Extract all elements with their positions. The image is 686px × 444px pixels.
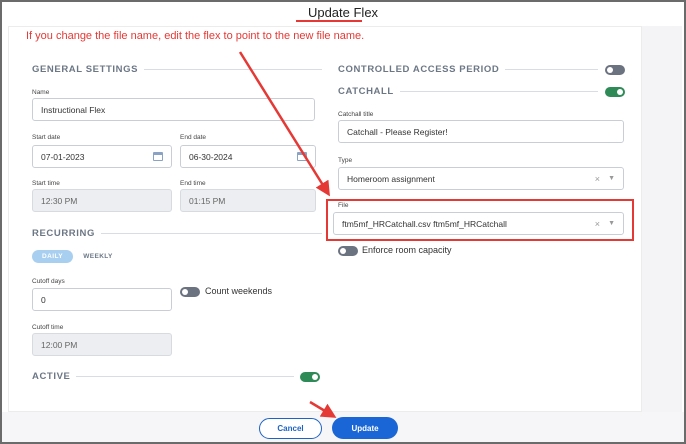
count-weekends-toggle[interactable] [180, 287, 200, 297]
start-date-value: 07-01-2023 [41, 151, 85, 162]
catchall-title-label: Catchall title [338, 111, 374, 118]
end-date-label: End date [180, 134, 207, 141]
name-value: Instructional Flex [41, 104, 106, 115]
divider [399, 91, 598, 92]
name-input[interactable]: Instructional Flex [32, 98, 315, 121]
controlled-access-heading-text: CONTROLLED ACCESS PERIOD [338, 64, 500, 75]
name-label: Name [32, 89, 50, 96]
chevron-down-icon[interactable]: ▼ [608, 175, 615, 182]
dialog-header: Update Flex [2, 2, 684, 26]
cutoff-days-value: 0 [41, 294, 46, 305]
enforce-capacity-label: Enforce room capacity [362, 245, 452, 255]
controlled-access-heading: CONTROLLED ACCESS PERIOD [338, 64, 598, 75]
active-toggle[interactable] [300, 372, 320, 382]
toggle-knob [182, 289, 188, 295]
divider [76, 376, 294, 377]
calendar-icon[interactable] [297, 152, 307, 161]
toggle-knob [340, 248, 346, 254]
calendar-icon[interactable] [153, 152, 163, 161]
controlled-access-toggle[interactable] [605, 65, 625, 75]
cutoff-days-label: Cutoff days [32, 278, 65, 285]
scroll-gutter [642, 26, 682, 412]
catchall-title-value: Catchall - Please Register! [347, 126, 448, 137]
end-time-input: 01:15 PM [180, 189, 316, 212]
count-weekends-label: Count weekends [205, 286, 273, 296]
recurring-heading: RECURRING [32, 228, 322, 239]
divider [100, 233, 322, 234]
file-highlight-box [326, 199, 634, 241]
toggle-knob [312, 374, 318, 380]
toggle-knob [617, 89, 623, 95]
general-settings-heading-text: GENERAL SETTINGS [32, 64, 139, 75]
cutoff-time-value: 12:00 PM [41, 339, 78, 350]
cutoff-time-label: Cutoff time [32, 324, 64, 331]
recurring-heading-text: RECURRING [32, 228, 95, 239]
start-date-input[interactable]: 07-01-2023 [32, 145, 172, 168]
type-select[interactable]: Homeroom assignment × ▼ [338, 167, 624, 190]
start-date-label: Start date [32, 134, 61, 141]
type-value: Homeroom assignment [347, 173, 435, 184]
title-underline [296, 20, 362, 22]
start-time-label: Start time [32, 180, 60, 187]
cancel-button[interactable]: Cancel [259, 418, 322, 439]
start-time-value: 12:30 PM [41, 195, 78, 206]
end-date-input[interactable]: 06-30-2024 [180, 145, 316, 168]
cutoff-time-input: 12:00 PM [32, 333, 172, 356]
active-heading: ACTIVE [32, 371, 294, 382]
catchall-toggle[interactable] [605, 87, 625, 97]
dialog-title: Update Flex [307, 5, 379, 20]
clear-icon[interactable]: × [595, 174, 600, 184]
start-time-input: 12:30 PM [32, 189, 172, 212]
annotation-note: If you change the file name, edit the fl… [26, 30, 365, 42]
catchall-title-input[interactable]: Catchall - Please Register! [338, 120, 624, 143]
active-heading-text: ACTIVE [32, 371, 71, 382]
update-button[interactable]: Update [332, 417, 398, 439]
type-label: Type [338, 157, 353, 164]
divider [505, 69, 598, 70]
general-settings-heading: GENERAL SETTINGS [32, 64, 322, 75]
catchall-heading: CATCHALL [338, 86, 598, 97]
tab-daily[interactable]: DAILY [32, 250, 73, 263]
catchall-heading-text: CATCHALL [338, 86, 394, 97]
enforce-capacity-toggle[interactable] [338, 246, 358, 256]
end-time-value: 01:15 PM [189, 195, 226, 206]
tab-weekly[interactable]: WEEKLY [76, 250, 120, 263]
end-time-label: End time [180, 180, 206, 187]
end-date-value: 06-30-2024 [189, 151, 233, 162]
cutoff-days-input[interactable]: 0 [32, 288, 172, 311]
toggle-knob [607, 67, 613, 73]
divider [144, 69, 322, 70]
